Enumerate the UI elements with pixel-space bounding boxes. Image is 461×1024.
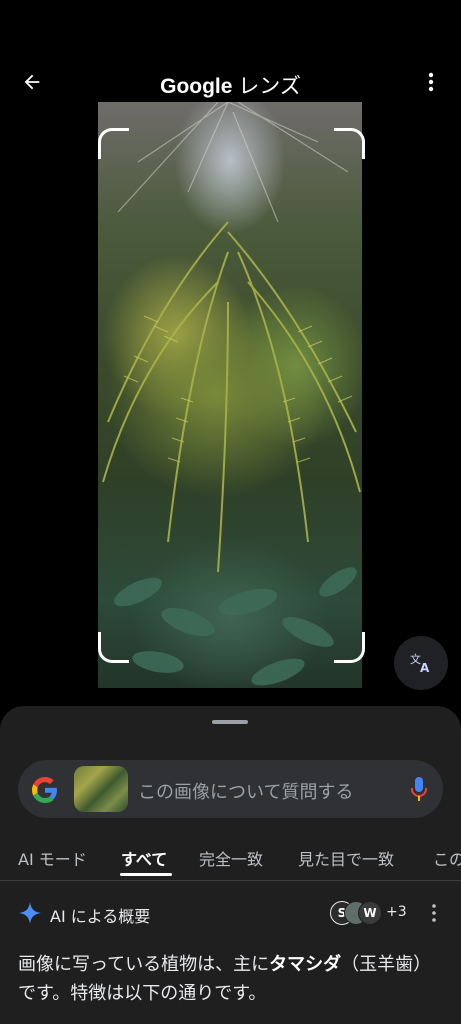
mic-icon[interactable] — [409, 776, 429, 802]
top-app-bar: Google レンズ — [0, 56, 461, 108]
search-input[interactable]: この画像について質問する — [138, 778, 353, 804]
translate-icon: 文 A — [410, 652, 430, 675]
divider — [0, 880, 461, 881]
svg-text:A: A — [420, 661, 430, 675]
crop-handle-top-left[interactable] — [98, 128, 129, 159]
sparkle-icon — [19, 902, 41, 924]
translate-button[interactable]: 文 A — [394, 636, 448, 690]
source-avatars[interactable]: S W +3 — [330, 901, 410, 925]
search-bar[interactable]: この画像について質問する — [18, 760, 443, 818]
ai-overview-header: AI による概要 S W +3 — [0, 896, 461, 932]
tab-about-image[interactable]: この — [433, 846, 461, 870]
ai-overview-text: 画像に写っている植物は、主にタマシダ（玉羊歯）です。特徴は以下の通りです。 — [18, 950, 443, 1008]
ai-body-pre: 画像に写っている植物は、主に — [18, 954, 270, 975]
fern-illustration — [102, 102, 361, 686]
tab-all[interactable]: すべて — [121, 846, 167, 870]
results-sheet: この画像について質問する AI モード すべて 完全一致 見た目で一致 この A… — [0, 706, 461, 1024]
sources-more-count: +3 — [386, 904, 407, 920]
source-initial: W — [363, 906, 377, 920]
active-tab-indicator — [120, 873, 172, 876]
title-suffix: レンズ — [232, 75, 301, 98]
tab-exact-match[interactable]: 完全一致 — [199, 846, 263, 870]
results-tabs: AI モード すべて 完全一致 見た目で一致 この — [0, 842, 461, 882]
google-g-icon — [32, 777, 57, 803]
captured-photo[interactable] — [98, 102, 362, 688]
source-avatar: W — [358, 901, 382, 925]
crop-handle-bottom-right[interactable] — [334, 632, 365, 663]
crop-handle-top-right[interactable] — [334, 128, 365, 159]
ai-body-bold: タマシダ — [269, 954, 342, 975]
more-vert-icon[interactable] — [429, 902, 439, 924]
ai-overview-title: AI による概要 — [50, 907, 151, 926]
image-thumbnail[interactable] — [74, 766, 128, 812]
page-title: Google レンズ — [0, 70, 461, 100]
title-brand: Google — [160, 75, 233, 98]
crop-handle-bottom-left[interactable] — [98, 632, 129, 663]
lens-screen: Google レンズ 文 A この画像について質問する AI モード すべて 完… — [0, 0, 461, 1024]
more-options-button[interactable] — [417, 66, 445, 98]
tab-visual-match[interactable]: 見た目で一致 — [298, 846, 394, 870]
tab-ai-mode[interactable]: AI モード — [18, 846, 87, 870]
drag-handle[interactable] — [212, 720, 248, 724]
more-vert-icon — [428, 72, 434, 92]
